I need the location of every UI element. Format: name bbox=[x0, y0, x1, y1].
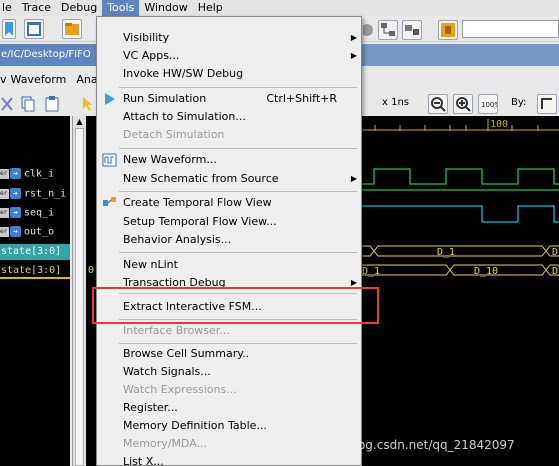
bus-state-waveform: D_1 D bbox=[362, 245, 559, 258]
menu-item-visibility[interactable]: Visibility ▶ bbox=[123, 29, 357, 47]
clk-waveform bbox=[362, 168, 559, 185]
menu-item-label: Browse Cell Summary.. bbox=[123, 347, 250, 360]
bus-value-label: D_10 bbox=[474, 266, 498, 277]
menu-item-attach-simulation[interactable]: Attach to Simulation... bbox=[123, 108, 353, 126]
menu-item-memory-definition-table[interactable]: Memory Definition Table... bbox=[123, 417, 353, 435]
menu-item-label: Run Simulation bbox=[123, 92, 207, 105]
play-icon bbox=[105, 93, 115, 105]
menu-item-new-schematic[interactable]: New Schematic from Source ▶ bbox=[123, 170, 357, 188]
menu-item-browse-cell-summary[interactable]: Browse Cell Summary.. bbox=[123, 345, 353, 363]
menu-item-label: Setup Temporal Flow View... bbox=[123, 215, 277, 228]
menu-item-label: Watch Signals... bbox=[123, 365, 211, 378]
menu-item-label: List X... bbox=[123, 455, 164, 466]
menu-item-run-simulation[interactable]: Run Simulation Ctrl+Shift+R bbox=[123, 90, 353, 108]
menu-item-vc-apps[interactable]: VC Apps... ▶ bbox=[123, 47, 357, 65]
menu-item-label: Behavior Analysis... bbox=[123, 233, 232, 246]
menu-item-list-x[interactable]: List X... bbox=[123, 453, 353, 466]
menu-item-label: Register... bbox=[123, 401, 178, 414]
highlight-box bbox=[92, 287, 379, 324]
menu-item-label: Attach to Simulation... bbox=[123, 110, 246, 123]
flow-icon bbox=[103, 197, 116, 206]
menu-item-behavior-analysis[interactable]: Behavior Analysis... bbox=[123, 231, 353, 249]
menu-item-invoke-hw-sw-debug[interactable]: Invoke HW/SW Debug bbox=[123, 65, 353, 83]
menu-item-label: Create Temporal Flow View bbox=[123, 196, 272, 209]
menu-item-label: Watch Expressions... bbox=[123, 383, 237, 396]
menu-item-label: New Schematic from Source bbox=[123, 172, 279, 185]
menu-item-create-temporal-flow[interactable]: Create Temporal Flow View bbox=[123, 194, 353, 212]
menu-shortcut: Ctrl+Shift+R bbox=[266, 92, 337, 105]
menu-item-register[interactable]: Register... bbox=[123, 399, 353, 417]
menu-item-label: Invoke HW/SW Debug bbox=[123, 67, 244, 80]
time-ruler: 100 bbox=[362, 119, 559, 131]
menu-item-new-nlint[interactable]: New nLint bbox=[123, 256, 353, 274]
menu-separator bbox=[119, 87, 357, 88]
menu-item-label: Memory/MDA... bbox=[123, 437, 208, 450]
ruler-mark-label: 100 bbox=[490, 119, 508, 130]
bus-value-label: D_1 bbox=[362, 266, 380, 277]
bus-next-state-waveform: D_1 D_10 D bbox=[362, 264, 559, 277]
submenu-arrow-icon: ▶ bbox=[350, 51, 357, 60]
menu-separator bbox=[119, 252, 357, 253]
menu-separator bbox=[119, 191, 357, 192]
bus-value-label: D_1 bbox=[437, 247, 455, 258]
menu-item-label: Interface Browser... bbox=[123, 324, 230, 337]
menu-item-label: Detach Simulation bbox=[123, 128, 225, 141]
submenu-arrow-icon: ▶ bbox=[350, 174, 357, 183]
menu-item-watch-signals[interactable]: Watch Signals... bbox=[123, 363, 353, 381]
menu-item-watch-expressions: Watch Expressions... bbox=[123, 381, 353, 399]
menu-separator bbox=[119, 148, 357, 149]
menu-item-interface-browser: Interface Browser... bbox=[123, 322, 353, 340]
menu-item-detach-simulation: Detach Simulation bbox=[123, 126, 353, 144]
submenu-arrow-icon: ▶ bbox=[350, 33, 357, 42]
menu-item-label: Memory Definition Table... bbox=[123, 419, 267, 432]
menu-item-setup-temporal-flow[interactable]: Setup Temporal Flow View... bbox=[123, 213, 353, 231]
menu-item-label: New Waveform... bbox=[123, 153, 217, 166]
tools-menu-dropdown: Visibility ▶ VC Apps... ▶ Invoke HW/SW Deb… bbox=[96, 16, 362, 466]
waveform-icon bbox=[102, 153, 117, 167]
menu-item-label: VC Apps... bbox=[123, 49, 180, 62]
menu-item-label: New nLint bbox=[123, 258, 178, 271]
menu-item-new-waveform[interactable]: New Waveform... bbox=[123, 151, 353, 169]
menu-item-label: Visibility bbox=[123, 31, 170, 44]
menu-separator bbox=[119, 343, 357, 344]
watermark-text: https://blog.csdn.net/qq_21842097 bbox=[304, 438, 515, 452]
bus-value-label: D bbox=[552, 247, 558, 258]
seq-waveform bbox=[362, 205, 559, 223]
bus-value-label: D bbox=[552, 266, 558, 277]
